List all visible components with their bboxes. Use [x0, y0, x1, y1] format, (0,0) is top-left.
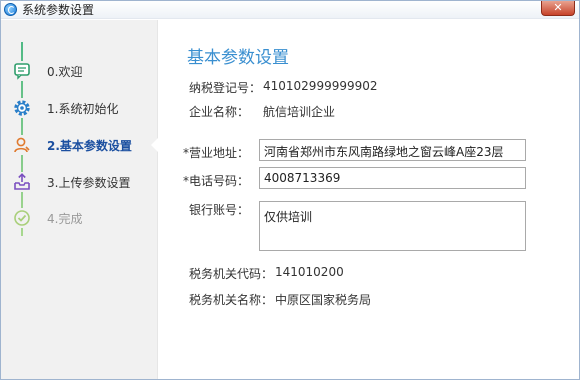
tax-id-label: 纳税登记号： — [189, 81, 262, 95]
close-button[interactable]: ✕ — [541, 1, 575, 16]
bank-account-label: 银行账号： — [189, 203, 250, 217]
step-label: 0.欢迎 — [47, 65, 83, 79]
company-name-label: 企业名称： — [189, 105, 250, 119]
user-icon — [12, 135, 32, 155]
window-title: 系统参数设置 — [22, 3, 95, 17]
upload-tray-icon — [12, 172, 32, 192]
page-title: 基本参数设置 — [187, 48, 289, 68]
company-name-value: 航信培训企业 — [263, 105, 336, 119]
step-label: 2.基本参数设置 — [47, 139, 132, 153]
phone-input[interactable]: 4008713369 — [259, 167, 526, 189]
gear-icon — [12, 98, 32, 118]
step-welcome: 0.欢迎 — [1, 60, 158, 82]
tax-id-value: 410102999999902 — [263, 79, 378, 93]
step-basic-params: 2.基本参数设置 — [1, 134, 159, 156]
basic-params-panel: 基本参数设置 纳税登记号： 410102999999902 企业名称： 航信培训… — [159, 20, 579, 379]
title-bar[interactable]: 系统参数设置 ✕ — [1, 1, 579, 19]
step-label: 4.完成 — [47, 212, 83, 226]
step-label: 1.系统初始化 — [47, 102, 119, 116]
address-label: *营业地址： — [183, 146, 250, 160]
address-input[interactable]: 河南省郑州市东风南路绿地之窗云峰A座23层 — [259, 139, 526, 161]
app-logo-icon — [4, 3, 17, 16]
tax-office-code-label: 税务机关代码： — [189, 267, 274, 281]
phone-label: *电话号码： — [183, 174, 250, 188]
wizard-steps-sidebar: 0.欢迎 1.系统初始化 2.基本参数设置 3.上传参数设置 4.完成 — [1, 20, 159, 379]
step-finish: 4.完成 — [1, 207, 158, 229]
bank-account-textarea[interactable]: 仅供培训 — [259, 201, 526, 251]
tax-office-code-value: 141010200 — [275, 265, 344, 279]
settings-window: 系统参数设置 ✕ 0.欢迎 1.系统初始化 2.基本参数设置 3.上传参数设置 … — [0, 0, 580, 380]
step-system-init: 1.系统初始化 — [1, 97, 158, 119]
chat-bubble-icon — [12, 61, 32, 81]
step-upload-params: 3.上传参数设置 — [1, 171, 158, 193]
tax-office-name-value: 中原区国家税务局 — [275, 293, 372, 307]
check-circle-icon — [12, 208, 32, 228]
tax-office-name-label: 税务机关名称： — [189, 293, 274, 307]
step-label: 3.上传参数设置 — [47, 176, 131, 190]
